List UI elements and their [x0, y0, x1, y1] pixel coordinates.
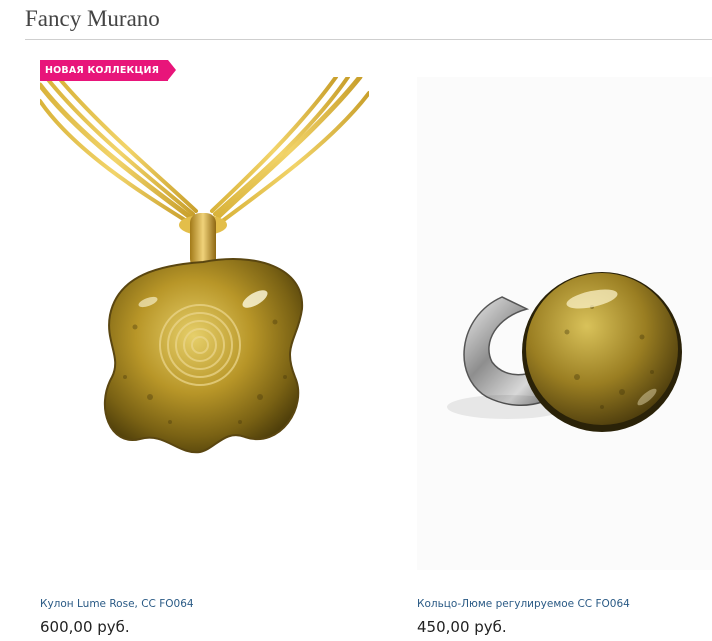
pendant-image[interactable] [40, 77, 369, 570]
ring-image[interactable] [417, 77, 712, 570]
title-divider [25, 39, 712, 40]
product-link-ring[interactable]: Кольцо-Люме регулируемое CC FO064 [417, 597, 630, 611]
product-price-pendant: 600,00 руб. [40, 618, 130, 636]
new-collection-badge: НОВАЯ КОЛЛЕКЦИЯ [40, 60, 177, 81]
product-link-pendant[interactable]: Кулон Lume Rose, CC FO064 [40, 597, 194, 611]
page-title: Fancy Murano [25, 6, 160, 31]
product-price-ring: 450,00 руб. [417, 618, 507, 636]
